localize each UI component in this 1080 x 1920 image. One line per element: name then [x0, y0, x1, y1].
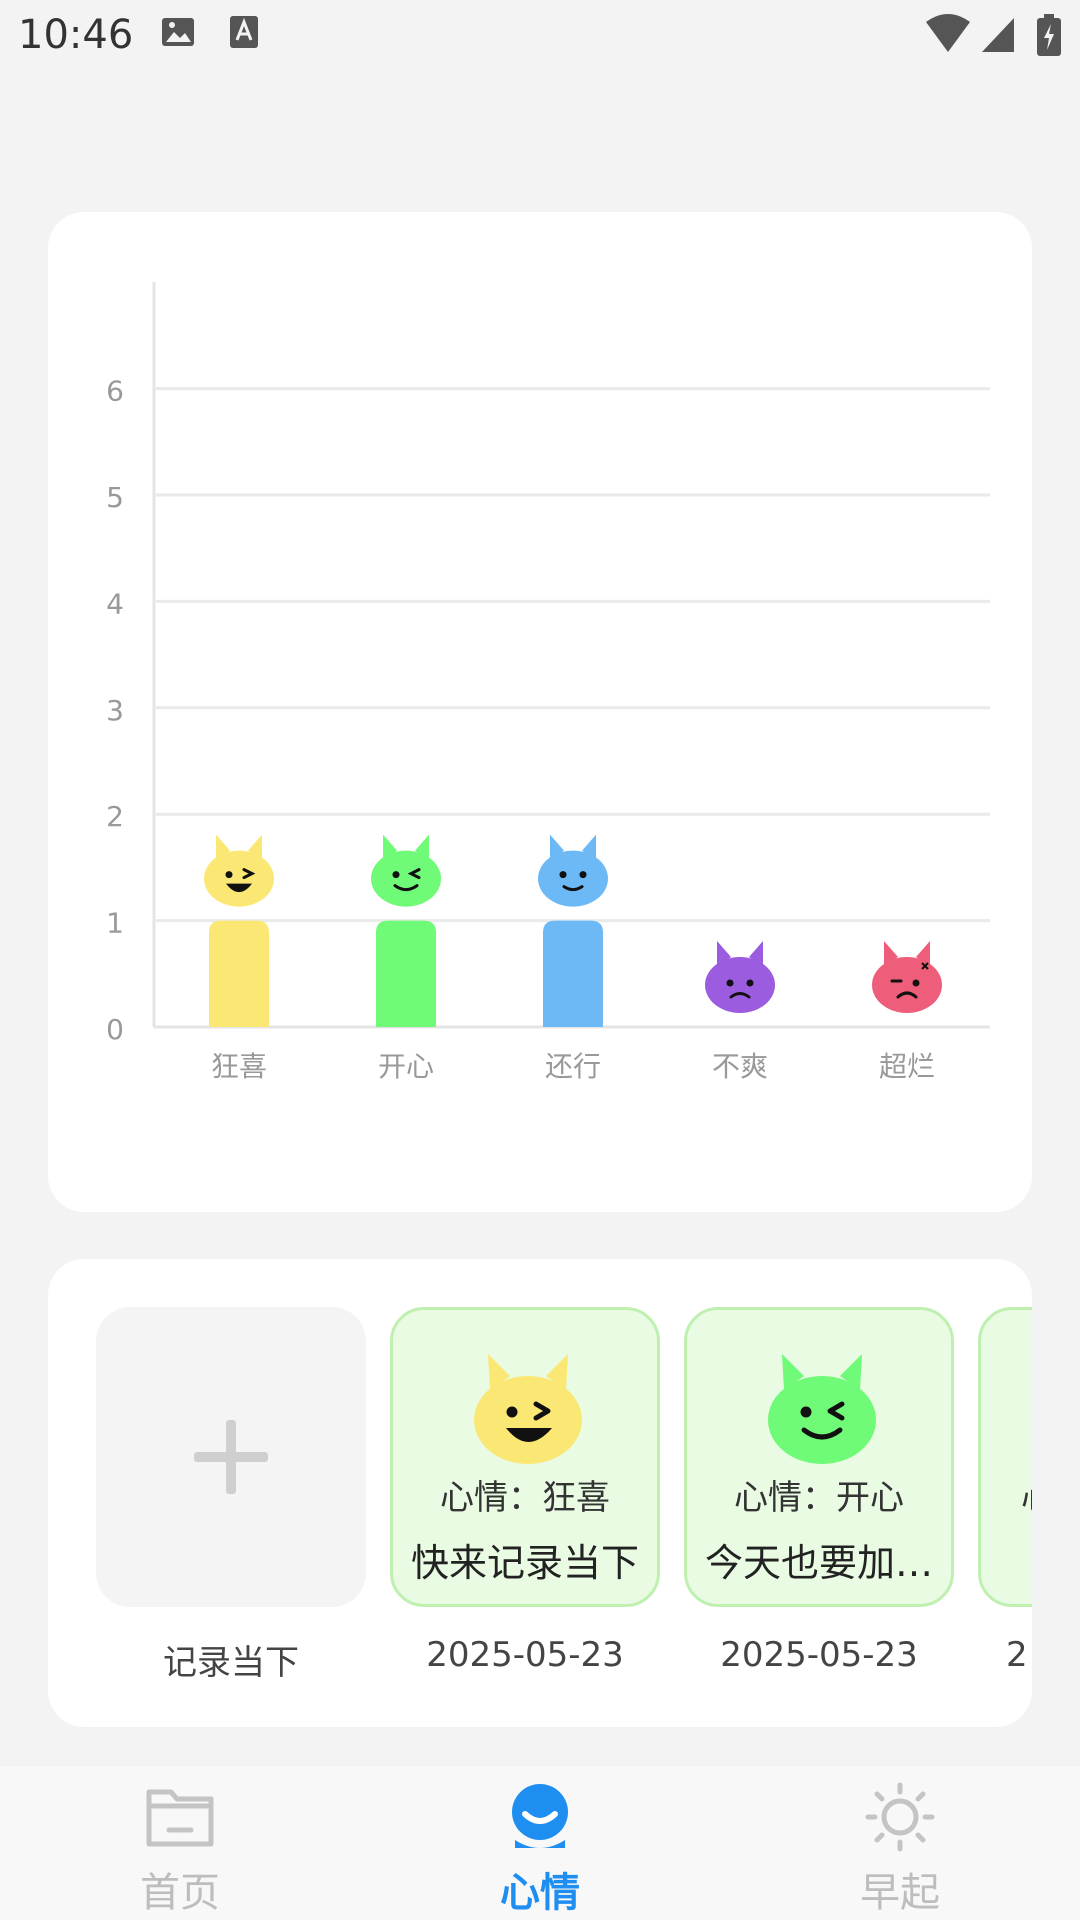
record-date: 2: [1006, 1635, 1028, 1675]
status-time: 10:46: [18, 12, 134, 58]
nav-label-mood: 心情: [500, 1870, 580, 1916]
add-record-button[interactable]: [96, 1307, 366, 1607]
record-date: 2025-05-23: [720, 1635, 918, 1675]
y-tick-label: 0: [106, 1013, 124, 1046]
y-tick-label: 2: [106, 800, 124, 833]
terrible-face-icon: [872, 941, 942, 1013]
ecstatic-face-icon: [474, 1354, 582, 1464]
record-note: 今天也要加…: [704, 1541, 933, 1585]
y-tick-label: 4: [106, 587, 124, 620]
record-mood-label: 心情：狂喜: [440, 1478, 610, 1518]
record-card[interactable]: 心情：开心 今天也要加… 2025-05-23: [684, 1307, 954, 1687]
x-tick-label: 不爽: [712, 1050, 768, 1083]
nav-label-home: 首页: [140, 1870, 220, 1916]
mood-records-card: 记录当下 心情：狂喜 快来记录当下 2025-05-23 心情：开心 今天也要加…: [48, 1259, 1032, 1727]
add-record-item[interactable]: 记录当下: [96, 1307, 366, 1687]
record-mood-label: 心: [1021, 1470, 1032, 1519]
bar: [543, 920, 603, 1027]
record-card-box[interactable]: 心情：狂喜 快来记录当下: [390, 1307, 660, 1607]
folder-icon: [146, 1789, 214, 1847]
mood-icon: [512, 1784, 568, 1848]
upset-face-icon: [705, 941, 775, 1013]
happy-face-icon: [371, 834, 441, 907]
record-note: 快来记录当下: [410, 1541, 639, 1585]
ecstatic-face-icon: [204, 834, 274, 907]
x-tick-label: 开心: [378, 1050, 434, 1083]
nav-item-home[interactable]: 首页: [80, 1766, 280, 1920]
x-tick-label: 狂喜: [211, 1050, 267, 1083]
nav-label-early-rise: 早起: [860, 1870, 940, 1916]
nav-item-early-rise[interactable]: 早起: [800, 1766, 1000, 1920]
y-tick-label: 1: [106, 907, 124, 940]
y-tick-label: 3: [106, 694, 124, 727]
bar: [209, 920, 269, 1027]
y-tick-label: 6: [106, 375, 124, 408]
record-card-box[interactable]: 心情：开心 今天也要加…: [684, 1307, 954, 1607]
record-date: 2025-05-23: [426, 1635, 624, 1675]
okay-face-icon: [538, 834, 608, 907]
sun-icon: [865, 1782, 935, 1852]
gallery-notification-icon: [162, 18, 194, 46]
x-tick-label: 超烂: [879, 1050, 935, 1083]
mood-chart-card: 0 1 2 3 4 5 6 狂喜 开心 还行 不爽 超烂: [48, 212, 1032, 1212]
nav-item-mood[interactable]: 心情: [440, 1766, 640, 1920]
text-notification-icon: [230, 16, 258, 48]
x-tick-label: 还行: [545, 1050, 601, 1083]
signal-icon: [982, 18, 1014, 52]
record-card-box[interactable]: 心: [978, 1307, 1032, 1607]
y-tick-label: 5: [106, 481, 124, 514]
record-card[interactable]: 心 2: [978, 1307, 1032, 1687]
bottom-navigation: 首页 心情 早起: [0, 1766, 1080, 1920]
battery-icon: [1037, 14, 1061, 56]
mood-bar-chart: 0 1 2 3 4 5 6 狂喜 开心 还行 不爽 超烂: [106, 282, 990, 1083]
record-mood-label: 心情：开心: [734, 1478, 904, 1518]
happy-face-icon: [768, 1354, 876, 1464]
mood-records-list[interactable]: 记录当下 心情：狂喜 快来记录当下 2025-05-23 心情：开心 今天也要加…: [96, 1307, 1032, 1707]
add-record-label: 记录当下: [163, 1643, 299, 1683]
status-bar: 10:46: [0, 0, 1080, 72]
record-card[interactable]: 心情：狂喜 快来记录当下 2025-05-23: [390, 1307, 660, 1687]
wifi-icon: [926, 14, 970, 52]
bar: [376, 920, 436, 1027]
